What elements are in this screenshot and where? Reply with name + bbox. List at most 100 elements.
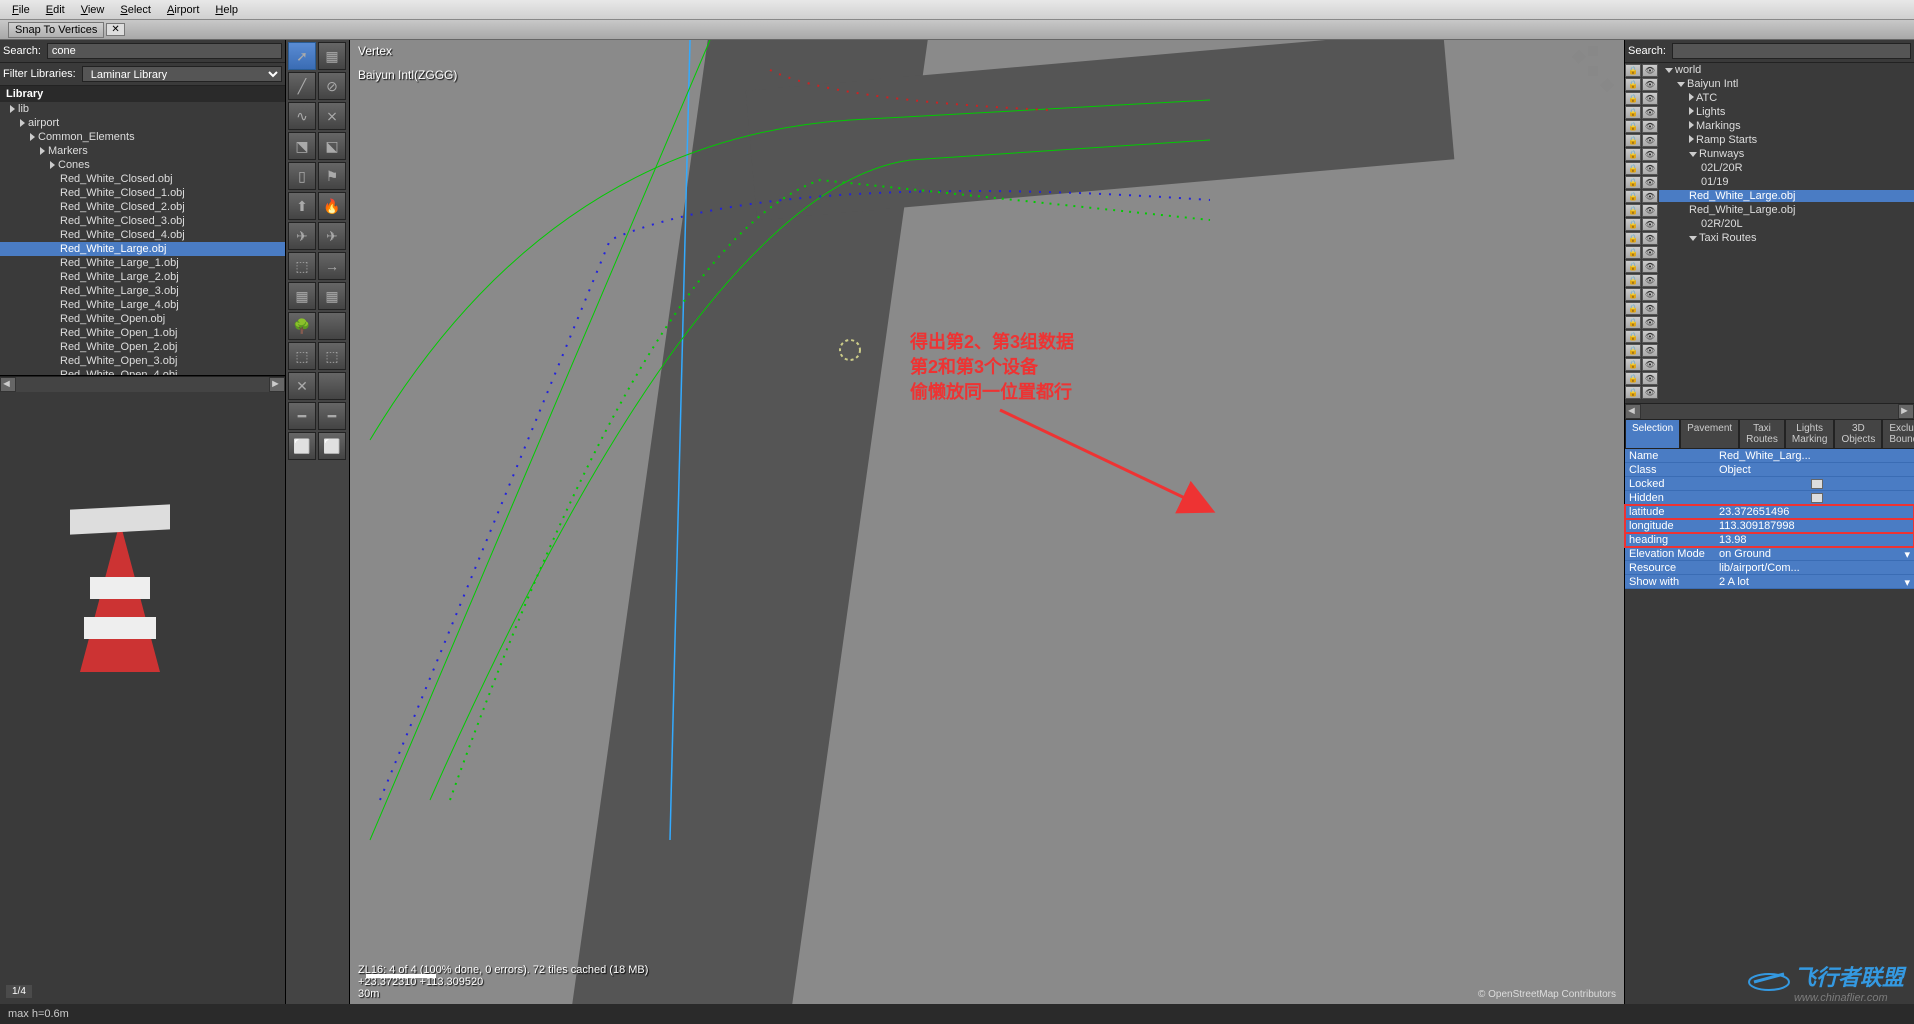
prop-row[interactable]: longitude113.309187998	[1625, 519, 1914, 533]
hierarchy-tree[interactable]: 🔒👁world🔒👁Baiyun Intl🔒👁ATC🔒👁Lights🔒👁Marki…	[1625, 63, 1914, 403]
tool-button[interactable]: 🔥	[318, 192, 346, 220]
lib-item[interactable]: lib	[0, 102, 285, 116]
hier-row[interactable]: 🔒👁Taxi Routes	[1625, 231, 1914, 245]
tool-button[interactable]: ⚑	[318, 162, 346, 190]
lib-item[interactable]: Markers	[0, 144, 285, 158]
hier-row[interactable]: 🔒👁Red_White_Large.obj	[1625, 189, 1914, 203]
lib-item[interactable]: Red_White_Closed.obj	[0, 172, 285, 186]
lib-item[interactable]: Red_White_Closed_2.obj	[0, 200, 285, 214]
tool-button[interactable]: ━	[318, 402, 346, 430]
hier-row[interactable]: 🔒👁02L/20R	[1625, 161, 1914, 175]
hier-row[interactable]: 🔒👁Lights	[1625, 105, 1914, 119]
tab[interactable]: Pavement	[1680, 419, 1739, 449]
hier-row[interactable]: 🔒👁	[1625, 329, 1914, 343]
lib-item[interactable]: Red_White_Open_1.obj	[0, 326, 285, 340]
menu-file[interactable]: File	[4, 2, 38, 18]
hier-row[interactable]: 🔒👁Ramp Starts	[1625, 133, 1914, 147]
prop-row[interactable]: Resourcelib/airport/Com...	[1625, 561, 1914, 575]
library-tree[interactable]: Library libairportCommon_ElementsMarkers…	[0, 86, 285, 376]
search-input[interactable]	[47, 43, 282, 59]
lib-item[interactable]: Common_Elements	[0, 130, 285, 144]
tab[interactable]: LightsMarking	[1785, 419, 1835, 449]
tool-button[interactable]: ╱	[288, 72, 316, 100]
tab[interactable]: TaxiRoutes	[1739, 419, 1785, 449]
lib-item[interactable]: Red_White_Closed_4.obj	[0, 228, 285, 242]
lib-item[interactable]: Cones	[0, 158, 285, 172]
snap-close-button[interactable]: ✕	[106, 23, 124, 36]
prop-row[interactable]: Elevation Modeon Ground▾	[1625, 547, 1914, 561]
lib-item[interactable]: Red_White_Open_2.obj	[0, 340, 285, 354]
hier-row[interactable]: 🔒👁	[1625, 315, 1914, 329]
prop-row[interactable]: latitude23.372651496	[1625, 505, 1914, 519]
lib-item[interactable]: Red_White_Open_4.obj	[0, 368, 285, 376]
tool-button[interactable]: ⬚	[288, 342, 316, 370]
hier-row[interactable]: 🔒👁	[1625, 287, 1914, 301]
hier-row[interactable]: 🔒👁	[1625, 245, 1914, 259]
hier-hscroll[interactable]: ◄►	[1625, 403, 1914, 419]
tool-button[interactable]	[318, 372, 346, 400]
tool-button[interactable]: ⨯	[318, 102, 346, 130]
nav-compass[interactable]	[1568, 46, 1618, 96]
tool-button[interactable]: →	[318, 252, 346, 280]
tool-button[interactable]: ✈	[318, 222, 346, 250]
tool-button[interactable]: ✕	[288, 372, 316, 400]
prop-row[interactable]: Hidden	[1625, 491, 1914, 505]
tool-button[interactable]	[318, 312, 346, 340]
tool-button[interactable]: ▦	[318, 282, 346, 310]
hier-row[interactable]: 🔒👁	[1625, 273, 1914, 287]
snap-vertices-button[interactable]: Snap To Vertices	[8, 22, 104, 38]
tool-button[interactable]: ⬆	[288, 192, 316, 220]
tab[interactable]: 3DObjects	[1834, 419, 1882, 449]
prop-row[interactable]: heading13.98	[1625, 533, 1914, 547]
menu-select[interactable]: Select	[112, 2, 159, 18]
lib-item[interactable]: Red_White_Open.obj	[0, 312, 285, 326]
lib-item[interactable]: Red_White_Closed_3.obj	[0, 214, 285, 228]
prop-row[interactable]: ClassObject	[1625, 463, 1914, 477]
library-hscroll[interactable]: ◄►	[0, 376, 285, 392]
lib-item[interactable]: Red_White_Open_3.obj	[0, 354, 285, 368]
hier-row[interactable]: 🔒👁Runways	[1625, 147, 1914, 161]
prop-row[interactable]: Locked	[1625, 477, 1914, 491]
tool-button[interactable]: 🌳	[288, 312, 316, 340]
prop-row[interactable]: Show with2 A lot▾	[1625, 575, 1914, 589]
hier-row[interactable]: 🔒👁01/19	[1625, 175, 1914, 189]
lib-item[interactable]: Red_White_Closed_1.obj	[0, 186, 285, 200]
tool-button[interactable]: ⬚	[288, 252, 316, 280]
hier-row[interactable]: 🔒👁	[1625, 343, 1914, 357]
hier-row[interactable]: 🔒👁world	[1625, 63, 1914, 77]
lib-item[interactable]: Red_White_Large_1.obj	[0, 256, 285, 270]
tool-button[interactable]: ✈	[288, 222, 316, 250]
map-canvas[interactable]: Vertex Baiyun Intl(ZGGG) 得出第2、第3组数据 第2和第…	[350, 40, 1624, 1004]
hier-row[interactable]: 🔒👁	[1625, 357, 1914, 371]
menu-help[interactable]: Help	[207, 2, 246, 18]
lib-item[interactable]: Red_White_Large_2.obj	[0, 270, 285, 284]
preview-page[interactable]: 1/4	[6, 985, 32, 998]
hier-row[interactable]: 🔒👁	[1625, 259, 1914, 273]
hier-row[interactable]: 🔒👁	[1625, 371, 1914, 385]
menu-edit[interactable]: Edit	[38, 2, 73, 18]
tool-button[interactable]: ━	[288, 402, 316, 430]
hier-row[interactable]: 🔒👁02R/20L	[1625, 217, 1914, 231]
tool-button[interactable]: ⬜	[318, 432, 346, 460]
filter-select[interactable]: Laminar Library	[82, 66, 282, 82]
hier-row[interactable]: 🔒👁Markings	[1625, 119, 1914, 133]
tool-button[interactable]: ∿	[288, 102, 316, 130]
lib-item[interactable]: Red_White_Large_3.obj	[0, 284, 285, 298]
tool-button[interactable]: ⊘	[318, 72, 346, 100]
hier-row[interactable]: 🔒👁	[1625, 385, 1914, 399]
hier-search-input[interactable]	[1672, 43, 1911, 59]
hier-row[interactable]: 🔒👁	[1625, 301, 1914, 315]
tool-button[interactable]: ⬕	[318, 132, 346, 160]
tool-button[interactable]: ⬔	[288, 132, 316, 160]
tab[interactable]: ExclusionBoundary	[1882, 419, 1914, 449]
tool-button[interactable]: ➚	[288, 42, 316, 70]
tool-button[interactable]: ▯	[288, 162, 316, 190]
menu-view[interactable]: View	[73, 2, 113, 18]
hier-row[interactable]: 🔒👁Baiyun Intl	[1625, 77, 1914, 91]
tool-button[interactable]: ▦	[288, 282, 316, 310]
hier-row[interactable]: 🔒👁ATC	[1625, 91, 1914, 105]
tab[interactable]: Selection	[1625, 419, 1680, 449]
hier-row[interactable]: 🔒👁Red_White_Large.obj	[1625, 203, 1914, 217]
lib-item[interactable]: Red_White_Large.obj	[0, 242, 285, 256]
tool-button[interactable]: ▦	[318, 42, 346, 70]
